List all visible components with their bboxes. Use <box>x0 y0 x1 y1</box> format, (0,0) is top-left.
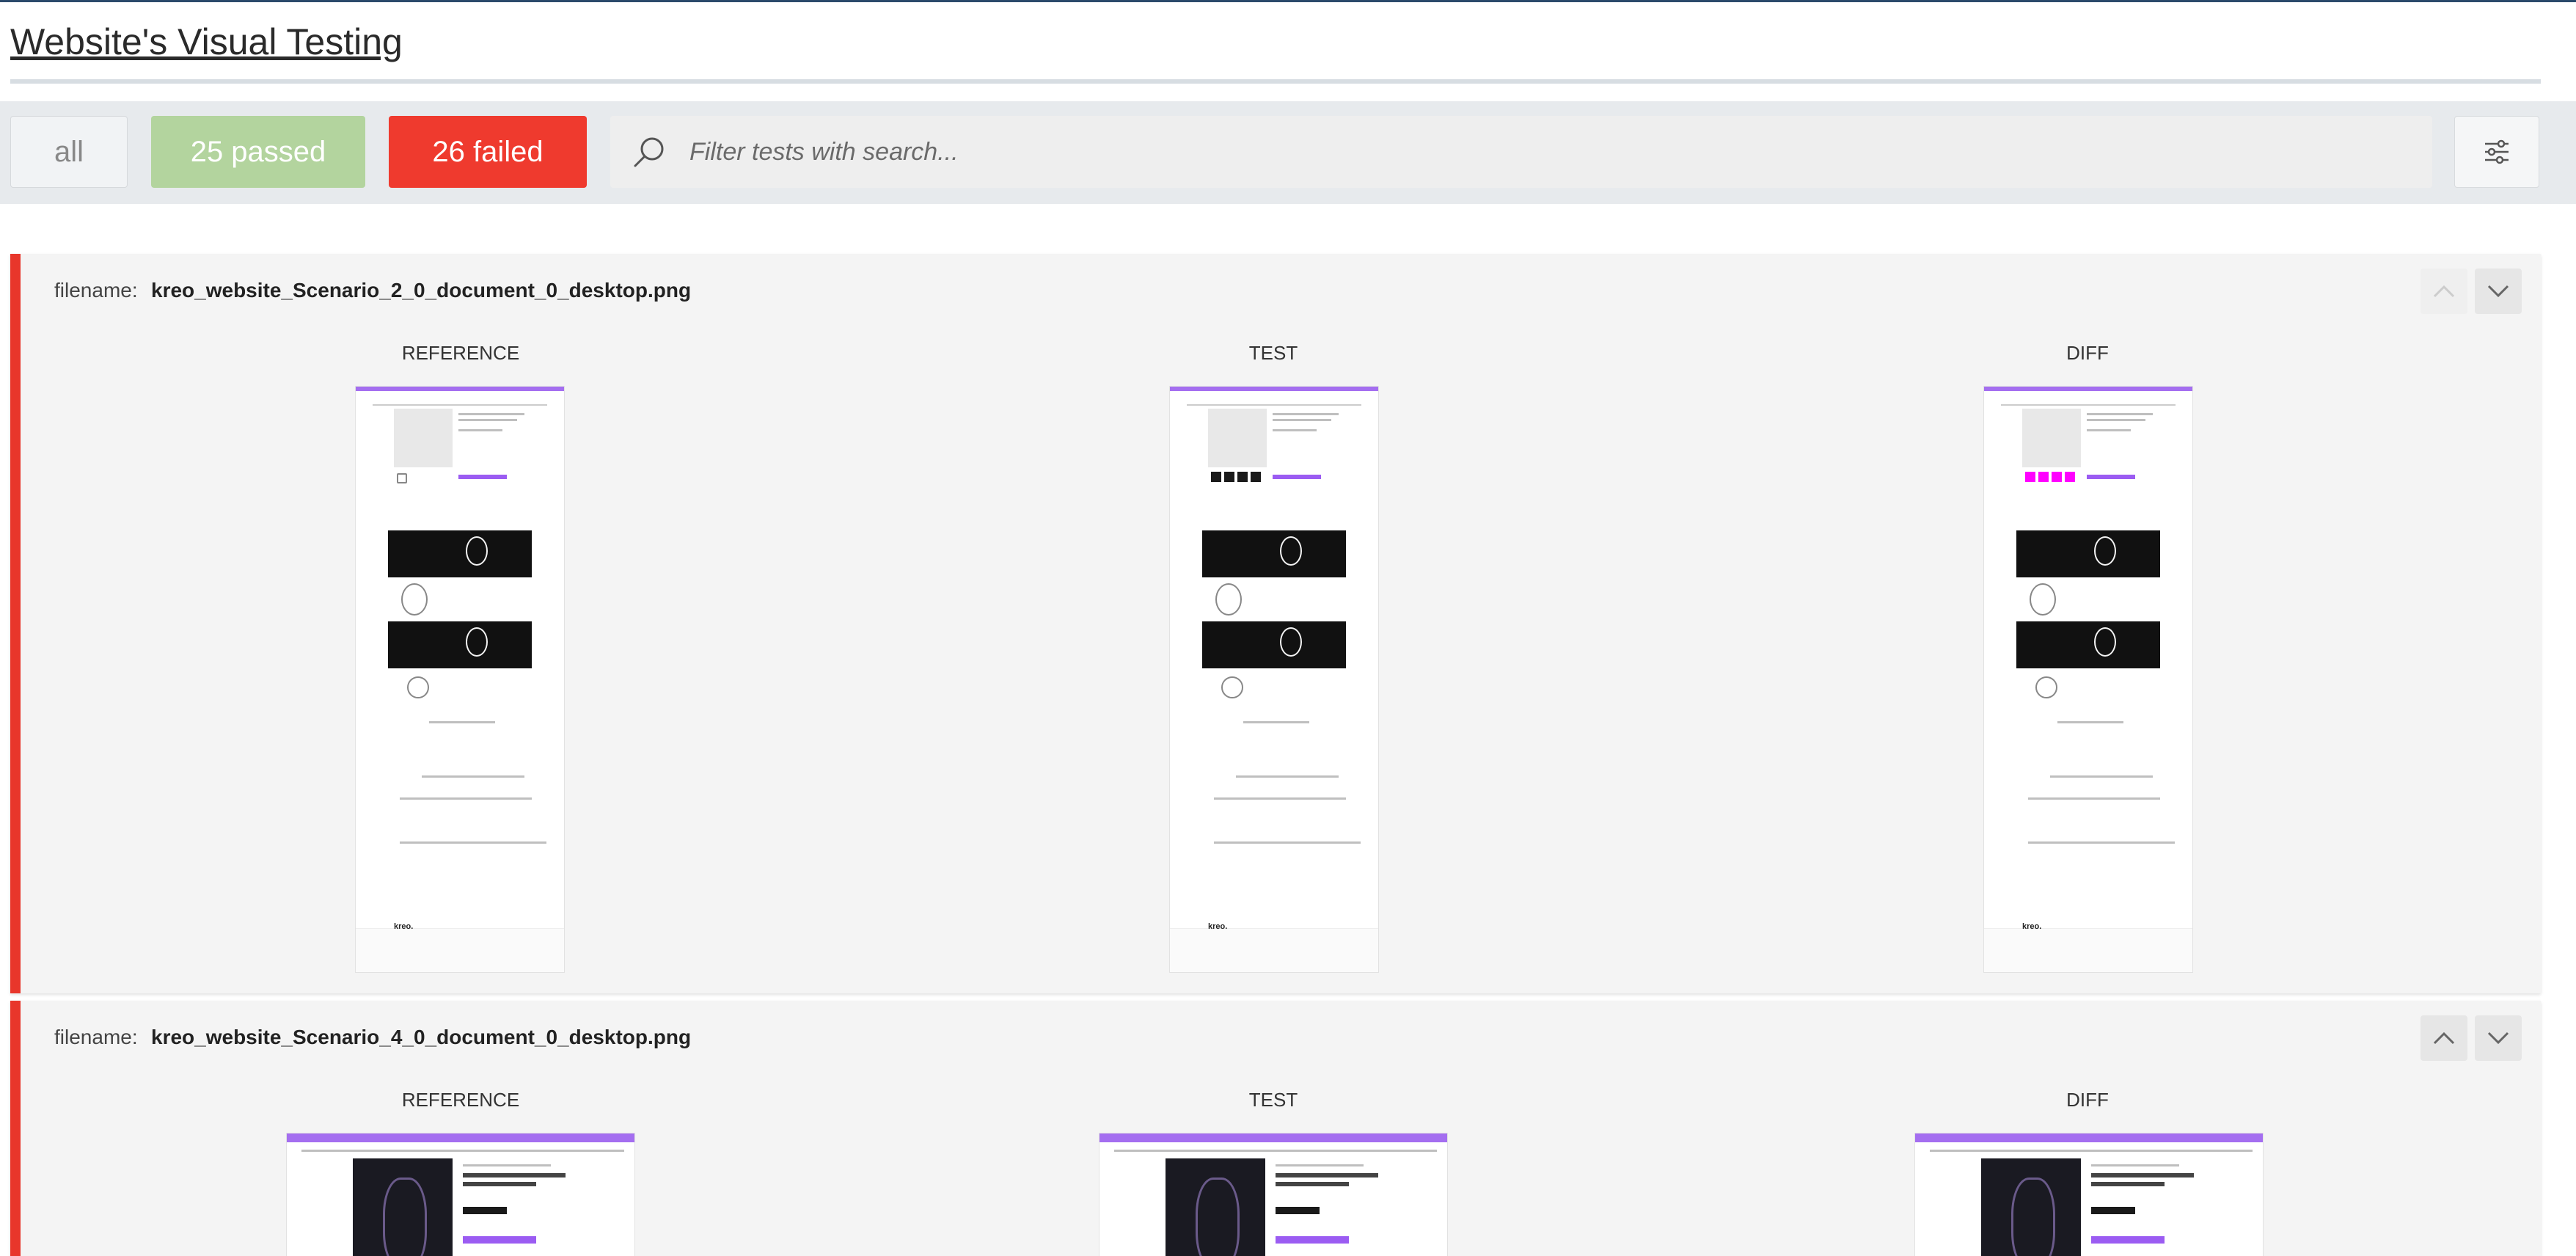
title-divider <box>10 79 2541 84</box>
page-title[interactable]: Website's Visual Testing <box>10 21 403 63</box>
scroll-down-button[interactable] <box>2475 1015 2522 1061</box>
search-box[interactable] <box>610 116 2432 188</box>
failed-status-stripe <box>10 1001 21 1256</box>
test-screenshot[interactable]: kreo. <box>1169 386 1379 973</box>
scroll-up-button[interactable] <box>2421 1015 2467 1061</box>
test-column-label: TEST <box>1248 342 1298 364</box>
sliders-icon <box>2485 139 2509 164</box>
test-screenshot[interactable] <box>1099 1133 1448 1256</box>
diff-column-label: DIFF <box>2066 342 2109 364</box>
scroll-up-button[interactable] <box>2421 269 2467 314</box>
filename-value: kreo_website_Scenario_4_0_document_0_des… <box>151 1026 692 1048</box>
test-result-card: filename: kreo_website_Scenario_2_0_docu… <box>10 254 2541 993</box>
reference-column-label: REFERENCE <box>401 1089 520 1111</box>
filter-all-button[interactable]: all <box>10 116 128 188</box>
test-column-label: TEST <box>1248 1089 1298 1111</box>
diff-screenshot[interactable]: kreo. <box>1983 386 2193 973</box>
diff-column-label: DIFF <box>2066 1089 2109 1111</box>
chevron-down-icon <box>2487 285 2509 298</box>
search-input[interactable] <box>689 116 2406 188</box>
filter-failed-button[interactable]: 26 failed <box>389 116 587 188</box>
search-icon <box>634 137 664 167</box>
filename-value: kreo_website_Scenario_2_0_document_0_des… <box>151 279 692 302</box>
failed-status-stripe <box>10 254 21 993</box>
reference-screenshot[interactable] <box>286 1133 635 1256</box>
reference-screenshot[interactable]: kreo. <box>355 386 565 973</box>
filename-label: filename: <box>54 279 138 302</box>
scroll-down-button[interactable] <box>2475 269 2522 314</box>
chevron-up-icon <box>2433 285 2455 298</box>
test-result-card: filename: kreo_website_Scenario_4_0_docu… <box>10 1001 2541 1256</box>
chevron-up-icon <box>2433 1032 2455 1045</box>
chevron-down-icon <box>2487 1032 2509 1045</box>
filter-passed-button[interactable]: 25 passed <box>151 116 365 188</box>
top-border <box>0 0 2576 2</box>
diff-screenshot[interactable] <box>1914 1133 2264 1256</box>
filename-label: filename: <box>54 1026 138 1048</box>
reference-column-label: REFERENCE <box>401 342 520 364</box>
settings-button[interactable] <box>2454 116 2539 188</box>
filter-toolbar: all 25 passed 26 failed <box>0 101 2576 204</box>
